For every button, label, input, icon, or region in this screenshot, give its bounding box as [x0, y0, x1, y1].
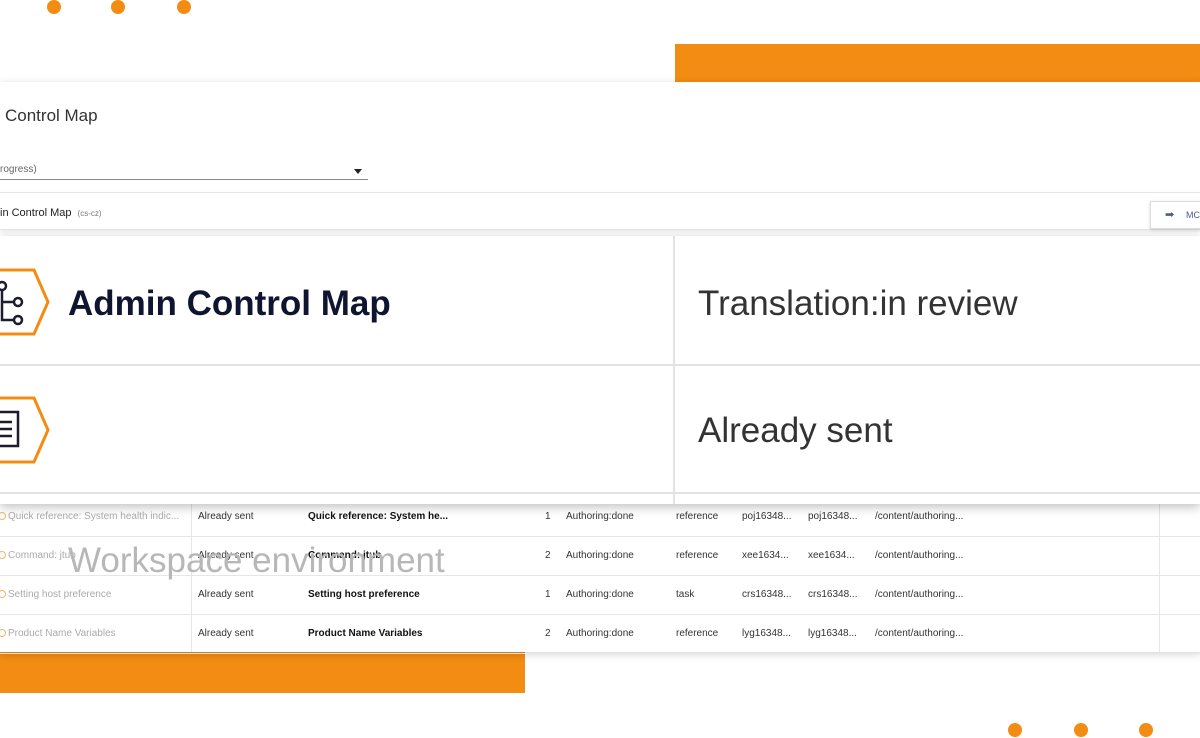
zoom-cell: Workspace environment [0, 366, 673, 580]
map-title: in Control Map (cs-cz) [0, 207, 102, 219]
row-id: xee1634... [742, 550, 789, 561]
row-title: Product Name Variables [0, 628, 116, 639]
row-name: Product Name Variables [308, 628, 423, 639]
row-id: poj16348... [742, 511, 792, 522]
window-title: Control Map [5, 106, 98, 125]
arrow-right-icon: ➡ [1165, 209, 1175, 221]
map-header-row: in Control Map (cs-cz) ➡ MC [0, 192, 1200, 230]
row-authoring: Authoring:done [566, 628, 634, 639]
decor-dot [47, 0, 61, 14]
row-id: lyg16348... [742, 628, 791, 639]
decor-bar-top [675, 44, 1200, 84]
row-path: /content/authoring... [875, 550, 964, 561]
zoom-callout-panel: Admin Control Map Workspace environment … [0, 236, 1200, 580]
map-locale: (cs-cz) [77, 209, 102, 218]
decor-dot [1074, 723, 1088, 737]
row-title: Setting host preference [0, 589, 112, 600]
row-id: crs16348... [742, 589, 792, 600]
row-id-secondary: xee1634... [808, 550, 855, 561]
status-select[interactable]: rogress) [0, 162, 368, 180]
row-status: Already sent [198, 628, 254, 639]
move-button-label: MC [1186, 210, 1200, 220]
row-version: 1 [545, 511, 551, 522]
move-button[interactable]: ➡ MC [1150, 201, 1200, 229]
decor-dot [1139, 723, 1153, 737]
map-hierarchy-icon [0, 268, 50, 336]
row-version: 2 [545, 628, 551, 639]
row-path: /content/authoring... [875, 589, 964, 600]
status-select-value: rogress) [0, 164, 37, 175]
document-icon [0, 396, 50, 464]
table-row[interactable]: Setting host preference Already sent Set… [0, 576, 1200, 615]
row-type: reference [676, 511, 719, 522]
zoom-cell: Admin Control Map [0, 236, 673, 366]
row-title: Quick reference: System health indic... [0, 511, 180, 522]
zoom-translation-status: Translation:in review [698, 284, 1018, 323]
row-path: /content/authoring... [875, 628, 964, 639]
row-name: Quick reference: System he... [308, 511, 449, 522]
row-status: Already sent [198, 589, 254, 600]
row-version: 1 [545, 589, 551, 600]
row-version: 2 [545, 550, 551, 561]
row-authoring: Authoring:done [566, 511, 634, 522]
table-row[interactable]: Product Name Variables Already sent Prod… [0, 615, 1200, 654]
row-id-secondary: lyg16348... [808, 628, 857, 639]
row-type: reference [676, 628, 719, 639]
map-title-text: in Control Map [0, 207, 72, 219]
decor-dot [1008, 723, 1022, 737]
row-authoring: Authoring:done [566, 589, 634, 600]
row-id-secondary: poj16348... [808, 511, 858, 522]
zoom-sent-status: Already sent [698, 411, 893, 450]
row-authoring: Authoring:done [566, 550, 634, 561]
zoom-map-title: Admin Control Map [68, 284, 391, 323]
decor-bar-bottom [0, 648, 525, 693]
decor-dot [111, 0, 125, 14]
caret-down-icon[interactable] [354, 169, 362, 174]
row-type: task [676, 589, 695, 600]
row-id-secondary: crs16348... [808, 589, 858, 600]
row-status: Already sent [198, 511, 254, 522]
row-title: Command: jtub [0, 550, 76, 561]
decor-dot [177, 0, 191, 14]
row-type: reference [676, 550, 719, 561]
zoom-workspace-label: Workspace environment [68, 541, 445, 580]
row-path: /content/authoring... [875, 511, 964, 522]
row-name: Setting host preference [308, 589, 420, 600]
